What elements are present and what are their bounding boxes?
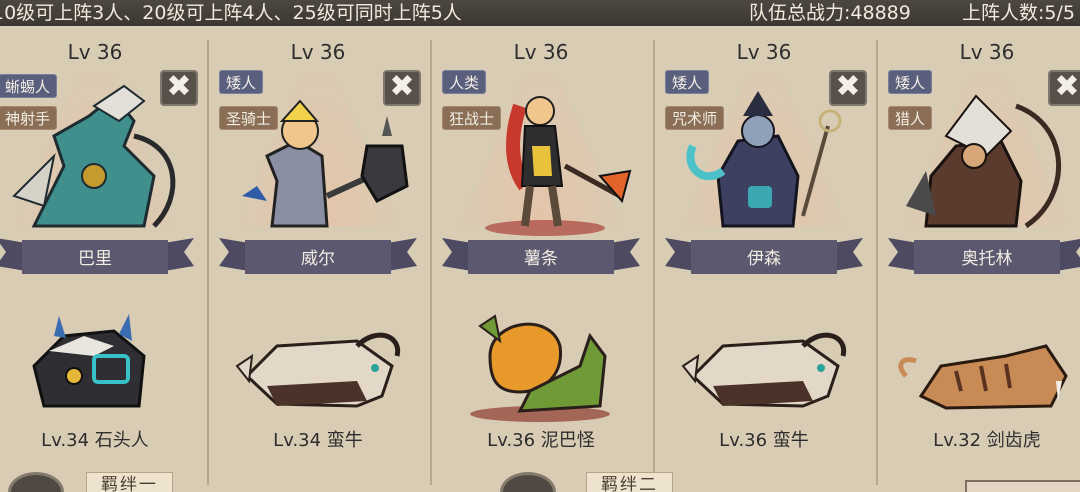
remove-hero-button[interactable]: ✖ bbox=[160, 70, 198, 106]
hero-slot-2[interactable]: Lv 36 矮人 圣骑士 ✖ 威尔 Lv.34 蛮牛 bbox=[207, 26, 429, 492]
hero-name: 巴里 bbox=[78, 249, 112, 269]
bond-tab-1[interactable]: 羁绊一 bbox=[86, 472, 173, 492]
hero-name: 威尔 bbox=[301, 249, 335, 269]
hero-race-tag: 蜥蜴人 bbox=[0, 74, 58, 98]
hero-race-tag: 矮人 bbox=[665, 70, 710, 94]
pet-portrait-stone-golem[interactable] bbox=[0, 296, 194, 426]
pet-portrait-sabertooth[interactable] bbox=[886, 296, 1080, 426]
hero-level: Lv 36 bbox=[736, 40, 792, 64]
hero-role-tag: 猎人 bbox=[888, 106, 933, 130]
pet-label: Lv.34 蛮牛 bbox=[273, 430, 363, 451]
hero-name-ribbon: 威尔 bbox=[219, 232, 417, 278]
hero-name: 薯条 bbox=[524, 249, 558, 269]
pet-label: Lv.36 泥巴怪 bbox=[487, 430, 595, 451]
hero-race-tag: 矮人 bbox=[219, 70, 264, 94]
deploy-rule-text: 10级可上阵3人、20级可上阵4人、25级可同时上阵5人 bbox=[0, 2, 462, 24]
hero-role-tag: 咒术师 bbox=[665, 106, 725, 130]
pet-portrait-bull[interactable] bbox=[217, 296, 417, 426]
hero-role-tag: 神射手 bbox=[0, 106, 58, 130]
pet-label: Lv.32 剑齿虎 bbox=[933, 430, 1041, 451]
hero-name-ribbon: 薯条 bbox=[442, 232, 640, 278]
pet-portrait-mud-monster[interactable] bbox=[440, 296, 640, 426]
pet-portrait-bull[interactable] bbox=[663, 296, 863, 426]
hero-portrait-human-berserker[interactable] bbox=[440, 76, 640, 236]
top-status-bar: 10级可上阵3人、20级可上阵4人、25级可同时上阵5人 队伍总战力:48889… bbox=[0, 0, 1080, 26]
remove-hero-button[interactable]: ✖ bbox=[829, 70, 867, 106]
bond-emblem-icon bbox=[8, 472, 64, 492]
team-power-label: 队伍总战力:48889 bbox=[749, 2, 911, 24]
corner-frame bbox=[965, 480, 1080, 492]
hero-race-tag: 矮人 bbox=[888, 70, 933, 94]
hero-name-ribbon: 奥托林 bbox=[888, 232, 1080, 278]
hero-slot-1[interactable]: Lv 36 蜥蜴人 神射手 ✖ 巴里 Lv.34 石头人 bbox=[0, 26, 206, 492]
hero-name-ribbon: 伊森 bbox=[665, 232, 863, 278]
bond-emblem-icon bbox=[500, 472, 556, 492]
hero-slot-4[interactable]: Lv 36 矮人 咒术师 ✖ 伊森 Lv.36 蛮牛 bbox=[653, 26, 875, 492]
deploy-count-label: 上阵人数:5/5 bbox=[962, 2, 1075, 24]
hero-role-tag: 狂战士 bbox=[442, 106, 502, 130]
hero-name-ribbon: 巴里 bbox=[0, 232, 194, 278]
hero-level: Lv 36 bbox=[959, 40, 1015, 64]
bond-tab-2[interactable]: 羁绊二 bbox=[586, 472, 673, 492]
hero-race-tag: 人类 bbox=[442, 70, 487, 94]
bond-bar: 羁绊一 羁绊二 bbox=[0, 466, 1080, 492]
hero-level: Lv 36 bbox=[67, 40, 123, 64]
hero-role-tag: 圣骑士 bbox=[219, 106, 279, 130]
pet-label: Lv.34 石头人 bbox=[41, 430, 149, 451]
hero-level: Lv 36 bbox=[513, 40, 569, 64]
pet-label: Lv.36 蛮牛 bbox=[719, 430, 809, 451]
hero-level: Lv 36 bbox=[290, 40, 346, 64]
remove-hero-button[interactable]: ✖ bbox=[383, 70, 421, 106]
hero-slot-3[interactable]: Lv 36 人类 狂战士 薯条 Lv.36 泥巴怪 bbox=[430, 26, 652, 492]
hero-name: 伊森 bbox=[747, 249, 781, 269]
hero-name: 奥托林 bbox=[961, 249, 1013, 269]
remove-hero-button[interactable]: ✖ bbox=[1048, 70, 1080, 106]
team-lineup: Lv 36 蜥蜴人 神射手 ✖ 巴里 Lv.34 石头人 Lv 36 矮人 圣骑… bbox=[0, 26, 1080, 492]
hero-slot-5[interactable]: Lv 36 矮人 猎人 ✖ 奥托林 Lv.32 剑齿虎 bbox=[876, 26, 1080, 492]
